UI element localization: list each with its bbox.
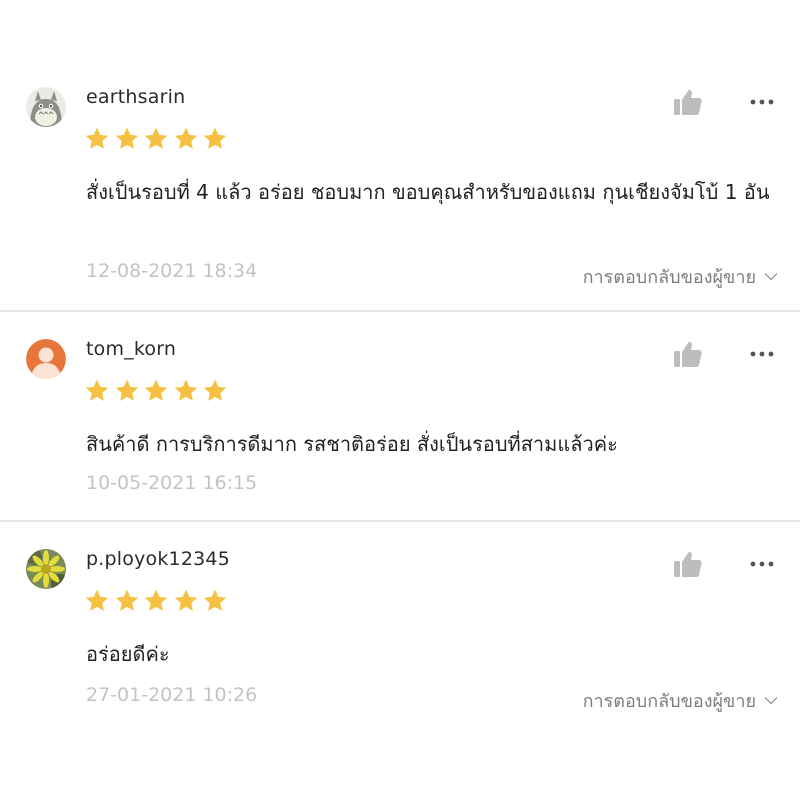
- chevron-down-icon: [764, 697, 778, 705]
- user-avatar[interactable]: [26, 339, 66, 379]
- more-options-icon[interactable]: [750, 350, 774, 358]
- review-comment: สั่งเป็นรอบที่ 4 แล้ว อร่อย ชอบมาก ขอบคุ…: [86, 180, 770, 204]
- star-icon: [85, 379, 109, 401]
- seller-reply-toggle[interactable]: การตอบกลับของผู้ขาย: [583, 686, 778, 715]
- star-icon: [203, 379, 227, 401]
- review-comment: สินค้าดี การบริการดีมาก รสชาติอร่อย สั่ง…: [86, 432, 618, 456]
- review-timestamp: 10-05-2021 16:15: [86, 472, 258, 494]
- user-avatar[interactable]: [26, 549, 66, 589]
- thumbs-up-icon[interactable]: [673, 550, 703, 578]
- flower-avatar-icon: [26, 549, 66, 589]
- star-rating: [84, 588, 228, 614]
- star-icon: [174, 589, 197, 611]
- star-icon: [115, 127, 138, 149]
- chevron-down-icon: [764, 273, 778, 281]
- star-rating: [84, 378, 228, 404]
- username[interactable]: tom_korn: [86, 338, 176, 360]
- thumbs-up-icon[interactable]: [673, 340, 703, 368]
- star-icon: [174, 127, 197, 149]
- star-icon: [115, 589, 138, 611]
- star-icon: [203, 127, 227, 149]
- default-user-avatar-icon: [26, 339, 66, 379]
- more-options-icon[interactable]: [750, 98, 774, 106]
- seller-reply-label: การตอบกลับของผู้ขาย: [582, 691, 756, 712]
- star-icon: [144, 127, 168, 149]
- star-icon: [85, 127, 109, 149]
- review-list: earthsarin สั่งเป็นรอบที่ 4 แล้ว อร่อย ช…: [0, 0, 800, 800]
- review-divider: [0, 310, 800, 312]
- review-timestamp: 27-01-2021 10:26: [86, 684, 258, 706]
- star-icon: [144, 589, 168, 611]
- thumbs-up-icon[interactable]: [673, 88, 703, 116]
- star-icon: [203, 589, 227, 611]
- star-icon: [115, 379, 138, 401]
- review-comment: อร่อยดีค่ะ: [86, 642, 170, 666]
- star-icon: [144, 379, 168, 401]
- username[interactable]: earthsarin: [86, 86, 185, 108]
- username[interactable]: p.ployok12345: [86, 548, 230, 570]
- totoro-avatar-icon: [26, 87, 66, 127]
- star-icon: [174, 379, 197, 401]
- review-timestamp: 12-08-2021 18:34: [86, 260, 258, 282]
- seller-reply-label: การตอบกลับของผู้ขาย: [582, 267, 756, 288]
- seller-reply-toggle[interactable]: การตอบกลับของผู้ขาย: [583, 262, 778, 291]
- more-options-icon[interactable]: [750, 560, 774, 568]
- star-icon: [85, 589, 109, 611]
- star-rating: [84, 126, 228, 152]
- review-divider: [0, 520, 800, 522]
- user-avatar[interactable]: [26, 87, 66, 127]
